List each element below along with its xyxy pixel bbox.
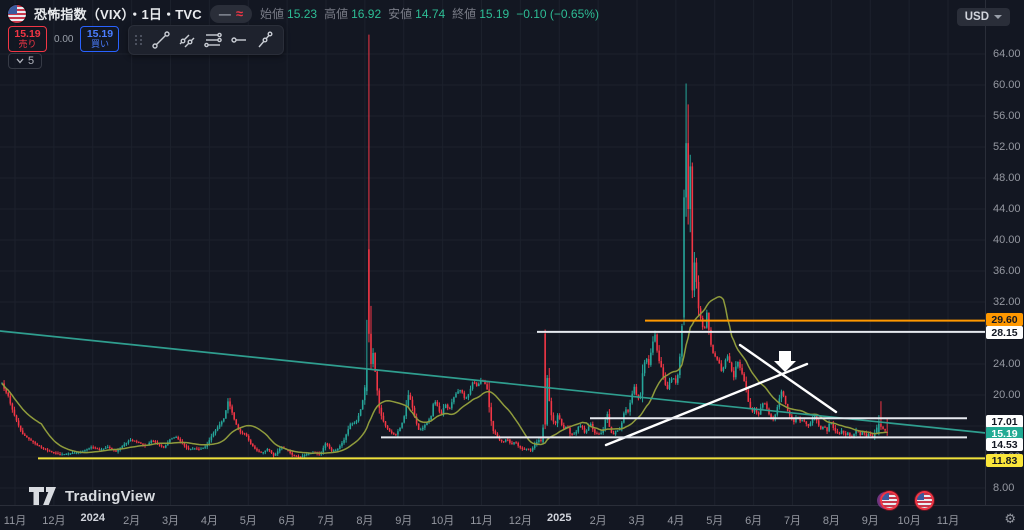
price-chart[interactable] <box>0 0 1024 530</box>
buy-price: 15.19 <box>86 27 114 40</box>
chevron-down-icon <box>16 58 24 64</box>
economic-event-flag-badge[interactable] <box>880 491 899 510</box>
high-value: 16.92 <box>351 6 382 21</box>
extended-line-icon[interactable] <box>253 28 277 52</box>
time-axis[interactable]: 11月 12月 2024 2月 3月 4月 5月 6月 7月 8月 9月 10月 11月 12月 2025 2… <box>0 506 1024 530</box>
price-axis[interactable]: 8.0012.0016.0020.0024.0028.0032.0036.004… <box>986 0 1024 505</box>
time-tick-label: 5月 <box>706 515 724 527</box>
currency-selector[interactable]: USD <box>956 8 1010 26</box>
price-label-chip: 14.53 <box>986 438 1023 451</box>
open-value: 15.23 <box>287 6 318 21</box>
horizontal-ray-icon[interactable] <box>227 28 251 52</box>
time-tick-label: 11月 <box>470 515 493 527</box>
buy-label: 買い <box>90 39 109 50</box>
horizontal-lines-icon[interactable] <box>201 28 225 52</box>
price-tick-label: 40.00 <box>993 234 1021 247</box>
low-value: 14.74 <box>415 6 446 21</box>
time-tick-label: 7月 <box>783 515 802 527</box>
time-tick-label: 3月 <box>161 515 180 527</box>
series-toggle-pill[interactable]: — ≈ <box>209 4 253 23</box>
time-tick-label: 3月 <box>628 515 646 527</box>
time-tick-label: 11月 <box>936 515 960 527</box>
time-tick-label: 6月 <box>278 515 296 527</box>
chart-header: 恐怖指数（VIX）・1日・TVC — ≈ 始値 15.23 高値 16.92 安… <box>8 4 599 23</box>
parallel-channel-icon[interactable] <box>175 28 199 52</box>
time-tick-label: 2024 <box>80 512 105 524</box>
us-flag-icon <box>8 4 26 23</box>
close-value: 15.19 <box>479 6 510 21</box>
low-label: 安値 <box>388 7 413 21</box>
tradingview-logo-text: TradingView <box>65 487 156 505</box>
open-label: 始値 <box>260 7 285 21</box>
price-tick-label: 60.00 <box>993 79 1021 92</box>
time-tick-label: 4月 <box>667 515 685 527</box>
price-tick-label: 20.00 <box>993 389 1021 402</box>
price-label-chip: 11.83 <box>986 454 1023 467</box>
time-tick-label: 10月 <box>431 515 455 527</box>
candles-layer <box>1 34 888 458</box>
price-tick-label: 24.00 <box>993 358 1021 371</box>
price-label-chip: 29.60 <box>986 313 1023 326</box>
drag-handle[interactable] <box>135 35 143 45</box>
wave-icon: ≈ <box>235 5 244 21</box>
time-tick-label: 8月 <box>822 515 840 527</box>
high-label: 高値 <box>324 7 349 21</box>
time-tick-label: 12月 <box>508 515 532 527</box>
change-value: −0.10 (−0.65%) <box>516 6 599 21</box>
close-label: 終値 <box>452 7 477 21</box>
buy-button[interactable]: 15.19 買い <box>80 26 120 52</box>
us-flag-icon <box>917 493 932 508</box>
bars-count-value: 5 <box>28 55 35 67</box>
time-tick-label: 11月 <box>3 515 27 527</box>
price-tick-label: 36.00 <box>993 265 1021 278</box>
time-tick-label: 12月 <box>42 515 66 527</box>
price-tick-label: 8.00 <box>993 482 1015 495</box>
sell-button[interactable]: 15.19 売り <box>8 26 47 52</box>
price-tick-label: 56.00 <box>993 110 1021 123</box>
time-tick-label: 4月 <box>200 515 218 527</box>
sell-label: 売り <box>18 39 37 50</box>
drawing-toolbar <box>128 25 284 55</box>
time-tick-label: 9月 <box>395 515 413 527</box>
time-tick-label: 8月 <box>356 515 374 527</box>
symbol-title[interactable]: 恐怖指数（VIX）・1日・TVC <box>34 4 202 23</box>
bars-count-selector[interactable]: 5 <box>8 53 43 69</box>
price-tick-label: 64.00 <box>993 48 1021 61</box>
economic-event-flag-badge[interactable] <box>915 491 934 510</box>
time-tick-label: 2025 <box>547 512 572 524</box>
price-tick-label: 52.00 <box>993 141 1021 154</box>
price-tick-label: 48.00 <box>993 172 1021 185</box>
time-tick-label: 2月 <box>123 515 141 527</box>
price-tick-label: 44.00 <box>993 203 1021 216</box>
trade-panel: 15.19 売り 0.00 15.19 買い <box>8 26 120 52</box>
spread-value: 0.00 <box>54 33 74 45</box>
us-flag-icon <box>882 493 897 508</box>
currency-label: USD <box>964 11 989 23</box>
ohlc-readout: 始値 15.23 高値 16.92 安値 14.74 終値 15.19 −0.1… <box>260 5 599 22</box>
price-tick-label: 32.00 <box>993 296 1021 309</box>
triangle-ascending-line[interactable] <box>604 362 809 447</box>
time-tick-label: 7月 <box>317 515 335 527</box>
sell-price: 15.19 <box>14 27 41 40</box>
chevron-down-icon <box>994 15 1002 19</box>
tradingview-chart-window: 恐怖指数（VIX）・1日・TVC — ≈ 始値 15.23 高値 16.92 安… <box>0 0 1024 530</box>
tradingview-logo[interactable]: TradingView <box>28 486 155 506</box>
time-tick-label: 6月 <box>745 515 763 527</box>
time-tick-label: 2月 <box>589 515 607 527</box>
tradingview-logo-icon <box>29 487 56 505</box>
time-tick-label: 9月 <box>861 515 879 527</box>
trend-line-icon[interactable] <box>149 28 173 52</box>
minimize-icon: — <box>218 6 231 21</box>
timezone-settings-gear-icon[interactable]: ⚙ <box>1004 511 1016 527</box>
time-tick-label: 5月 <box>239 515 257 527</box>
price-label-chip: 28.15 <box>986 326 1023 339</box>
time-tick-label: 10月 <box>897 515 921 527</box>
